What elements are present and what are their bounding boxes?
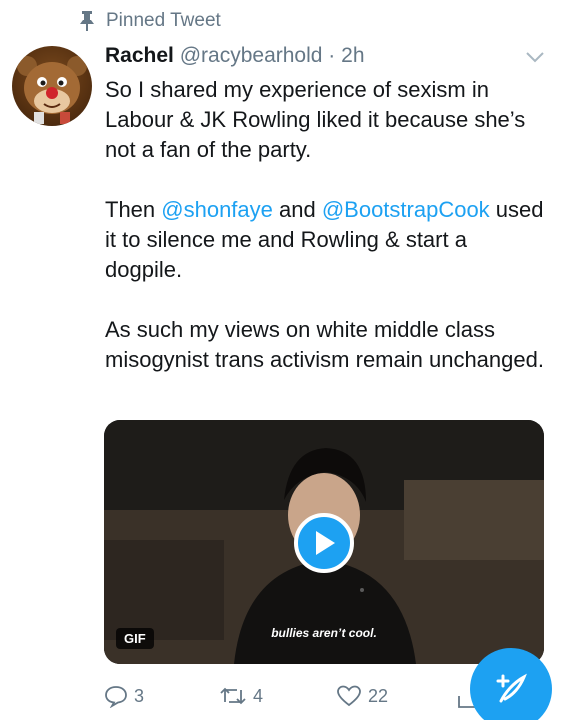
separator-dot: · — [328, 44, 336, 67]
author-handle[interactable]: @racybearhold — [180, 44, 323, 67]
like-button[interactable]: 22 — [336, 684, 388, 708]
tweet-actions: 3 4 22 — [104, 684, 464, 710]
avatar[interactable] — [12, 46, 92, 126]
retweet-count: 4 — [253, 685, 264, 706]
reply-button[interactable]: 3 — [104, 684, 144, 708]
pin-icon — [78, 10, 96, 32]
retweet-icon — [220, 687, 246, 705]
play-icon — [316, 531, 335, 555]
gif-caption: bullies aren’t cool. — [271, 626, 377, 640]
paragraph-text: and — [272, 197, 322, 222]
reply-icon — [105, 686, 127, 708]
compose-icon — [496, 673, 527, 703]
retweet-button[interactable]: 4 — [219, 684, 263, 708]
tweet-body: So I shared my experience of sexism in L… — [105, 75, 550, 375]
tweet-screen: Pinned Tweet Rachel @racybearhold · 2h S… — [0, 0, 568, 720]
mention-link[interactable]: @shonfaye — [161, 197, 273, 222]
tweet-paragraph: So I shared my experience of sexism in L… — [105, 77, 526, 162]
author-name[interactable]: Rachel — [105, 44, 174, 67]
tweet-paragraph: Then @shonfaye and @BootstrapCook used i… — [105, 195, 550, 285]
chevron-down-icon[interactable] — [524, 50, 546, 64]
tweet-paragraph: As such my views on white middle class m… — [105, 317, 544, 372]
like-count: 22 — [368, 685, 389, 706]
pinned-indicator: Pinned Tweet — [78, 10, 221, 32]
gif-media[interactable]: GIF bullies aren’t cool. — [104, 420, 544, 664]
paragraph-text: Then — [105, 197, 162, 222]
mention-link[interactable]: @BootstrapCook — [322, 197, 490, 222]
play-button[interactable] — [294, 513, 354, 573]
compose-button[interactable] — [470, 648, 552, 720]
heart-icon — [337, 685, 361, 707]
pinned-label: Pinned Tweet — [106, 10, 221, 31]
avatar-image — [17, 56, 87, 124]
tweet-header: Rachel @racybearhold · 2h — [105, 44, 365, 68]
tweet-time[interactable]: 2h — [341, 44, 364, 67]
reply-count: 3 — [134, 685, 145, 706]
